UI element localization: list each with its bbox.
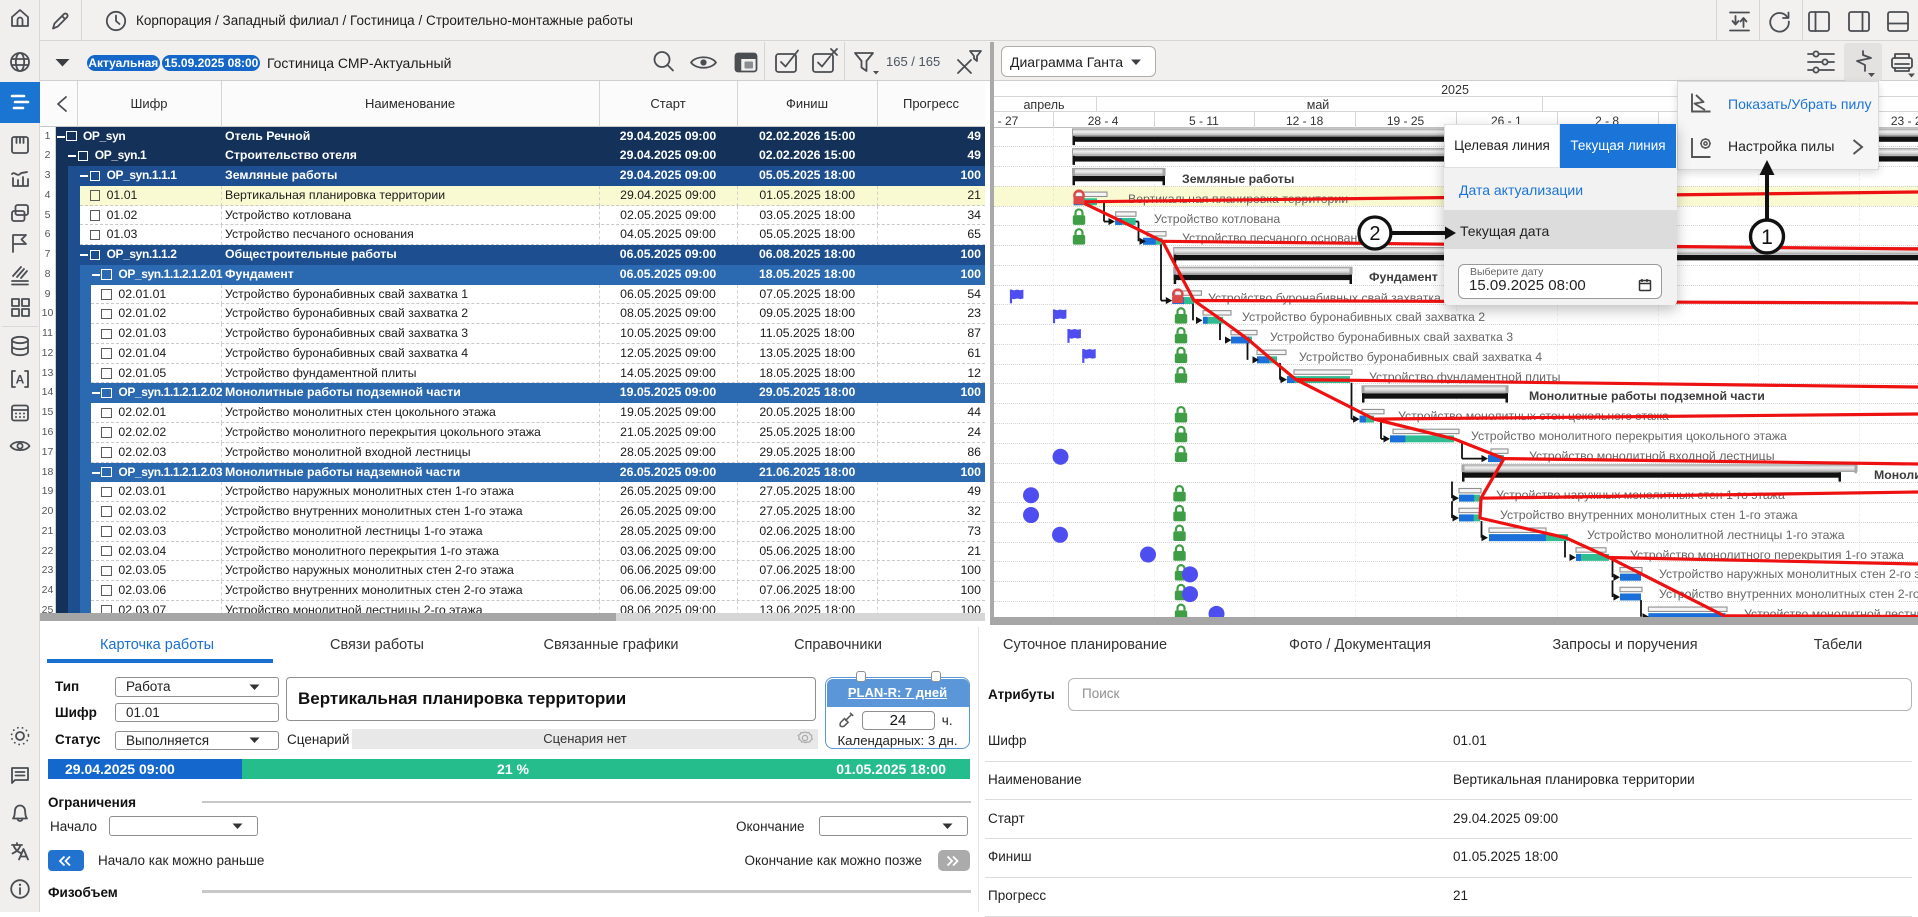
svg-text:2: 2 xyxy=(1369,223,1380,245)
svg-text:1: 1 xyxy=(1761,226,1773,249)
